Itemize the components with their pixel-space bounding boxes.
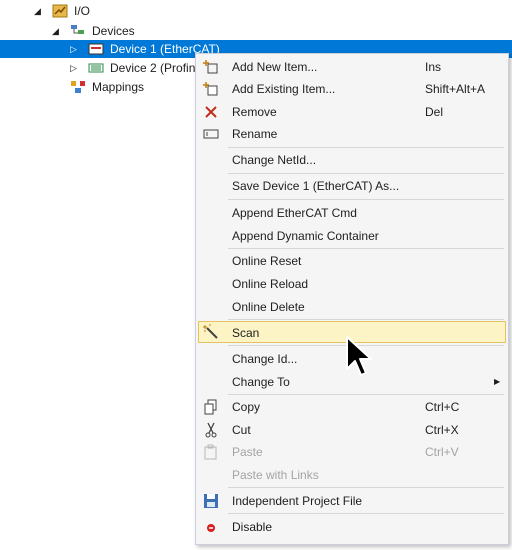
menu-separator	[228, 199, 504, 200]
menu-item-change-netid[interactable]: Change NetId...	[198, 149, 506, 171]
menu-item-label: Append EtherCAT Cmd	[232, 206, 357, 220]
copy-icon	[204, 399, 217, 415]
menu-item-label: Independent Project File	[232, 494, 363, 508]
menu-item-shortcut: Shift+Alt+A	[425, 82, 486, 96]
tree-item-label: Devices	[92, 24, 135, 38]
menu-item-disable[interactable]: Disable	[198, 516, 506, 538]
menu-item-shortcut: Del	[425, 105, 444, 119]
tree-item-device-2[interactable]: ▷ Device 2 (Profin	[0, 59, 195, 77]
menu-separator	[228, 319, 504, 320]
paste-icon	[204, 444, 217, 460]
rename-icon	[203, 129, 219, 139]
tree-item-label: I/O	[74, 4, 91, 18]
expanded-arrow-icon[interactable]: ◢	[34, 2, 41, 20]
save-icon	[204, 494, 218, 508]
tree-item-devices[interactable]: ◢ Devices	[0, 22, 512, 40]
mouse-cursor-icon	[346, 336, 372, 376]
menu-item-label: Save Device 1 (EtherCAT) As...	[232, 179, 400, 193]
magic-wand-icon	[203, 324, 218, 339]
menu-item-label: Rename	[232, 127, 278, 141]
devices-icon	[71, 25, 84, 34]
remove-icon	[205, 106, 217, 118]
menu-item-remove[interactable]: Remove Del	[198, 101, 506, 123]
submenu-arrow-icon: ▶	[494, 377, 501, 386]
menu-item-label: Cut	[232, 423, 251, 437]
menu-separator	[228, 394, 504, 395]
menu-item-online-reset[interactable]: Online Reset	[198, 250, 506, 272]
menu-item-cut[interactable]: Cut Ctrl+X	[198, 419, 506, 441]
io-folder-icon	[52, 4, 68, 18]
menu-separator	[228, 513, 504, 514]
menu-item-online-reload[interactable]: Online Reload	[198, 273, 506, 295]
menu-separator	[228, 147, 504, 148]
menu-item-shortcut: Ctrl+X	[425, 423, 459, 437]
mappings-icon	[71, 81, 85, 93]
add-new-item-icon	[203, 60, 218, 74]
menu-item-label: Change Id...	[232, 352, 298, 366]
menu-item-rename[interactable]: Rename	[198, 123, 506, 145]
menu-item-label: Add New Item...	[232, 60, 318, 74]
menu-item-label: Append Dynamic Container	[232, 229, 379, 243]
menu-item-label: Disable	[232, 520, 273, 534]
menu-item-paste[interactable]: Paste Ctrl+V	[198, 441, 506, 463]
menu-item-add-existing-item[interactable]: Add Existing Item... Shift+Alt+A	[198, 78, 506, 100]
menu-item-online-delete[interactable]: Online Delete	[198, 296, 506, 318]
menu-item-append-dynamic-container[interactable]: Append Dynamic Container	[198, 225, 506, 247]
menu-item-label: Paste with Links	[232, 468, 319, 482]
menu-item-label: Copy	[232, 400, 261, 414]
tree-item-label: Device 2 (Profin	[110, 61, 195, 75]
context-menu: Add New Item... Ins Add Existing Item...…	[195, 53, 509, 545]
expanded-arrow-icon[interactable]: ◢	[52, 22, 59, 40]
menu-item-label: Remove	[232, 105, 277, 119]
tree-item-io[interactable]: ◢ I/O	[0, 2, 512, 20]
menu-item-save-device-as[interactable]: Save Device 1 (EtherCAT) As...	[198, 175, 506, 197]
menu-item-shortcut: Ins	[425, 60, 442, 74]
menu-item-shortcut: Ctrl+C	[425, 400, 460, 414]
menu-item-append-ethercat-cmd[interactable]: Append EtherCAT Cmd	[198, 202, 506, 224]
tree-item-mappings[interactable]: Mappings	[0, 78, 195, 96]
menu-separator	[228, 173, 504, 174]
disable-icon	[207, 524, 215, 532]
menu-item-label: Online Delete	[232, 300, 305, 314]
menu-item-copy[interactable]: Copy Ctrl+C	[198, 396, 506, 418]
menu-item-shortcut: Ctrl+V	[425, 445, 459, 459]
menu-item-add-new-item[interactable]: Add New Item... Ins	[198, 56, 506, 78]
menu-item-independent-project-file[interactable]: Independent Project File	[198, 490, 506, 512]
menu-item-label: Change To	[232, 375, 290, 389]
add-existing-item-icon	[203, 82, 218, 96]
menu-item-label: Change NetId...	[232, 153, 317, 167]
menu-separator	[228, 487, 504, 488]
menu-item-label: Online Reload	[232, 277, 309, 291]
menu-separator	[228, 248, 504, 249]
menu-item-label: Add Existing Item...	[232, 82, 336, 96]
collapsed-arrow-icon[interactable]: ▷	[70, 59, 77, 77]
profinet-device-icon	[88, 63, 104, 73]
collapsed-arrow-icon[interactable]: ▷	[70, 40, 77, 58]
menu-item-label: Online Reset	[232, 254, 302, 268]
menu-item-paste-with-links[interactable]: Paste with Links	[198, 464, 506, 486]
tree-item-label: Mappings	[92, 80, 145, 94]
ethercat-device-icon	[88, 43, 104, 55]
menu-item-label: Paste	[232, 445, 263, 459]
scissors-icon	[205, 422, 217, 438]
menu-item-label: Scan	[232, 326, 260, 340]
